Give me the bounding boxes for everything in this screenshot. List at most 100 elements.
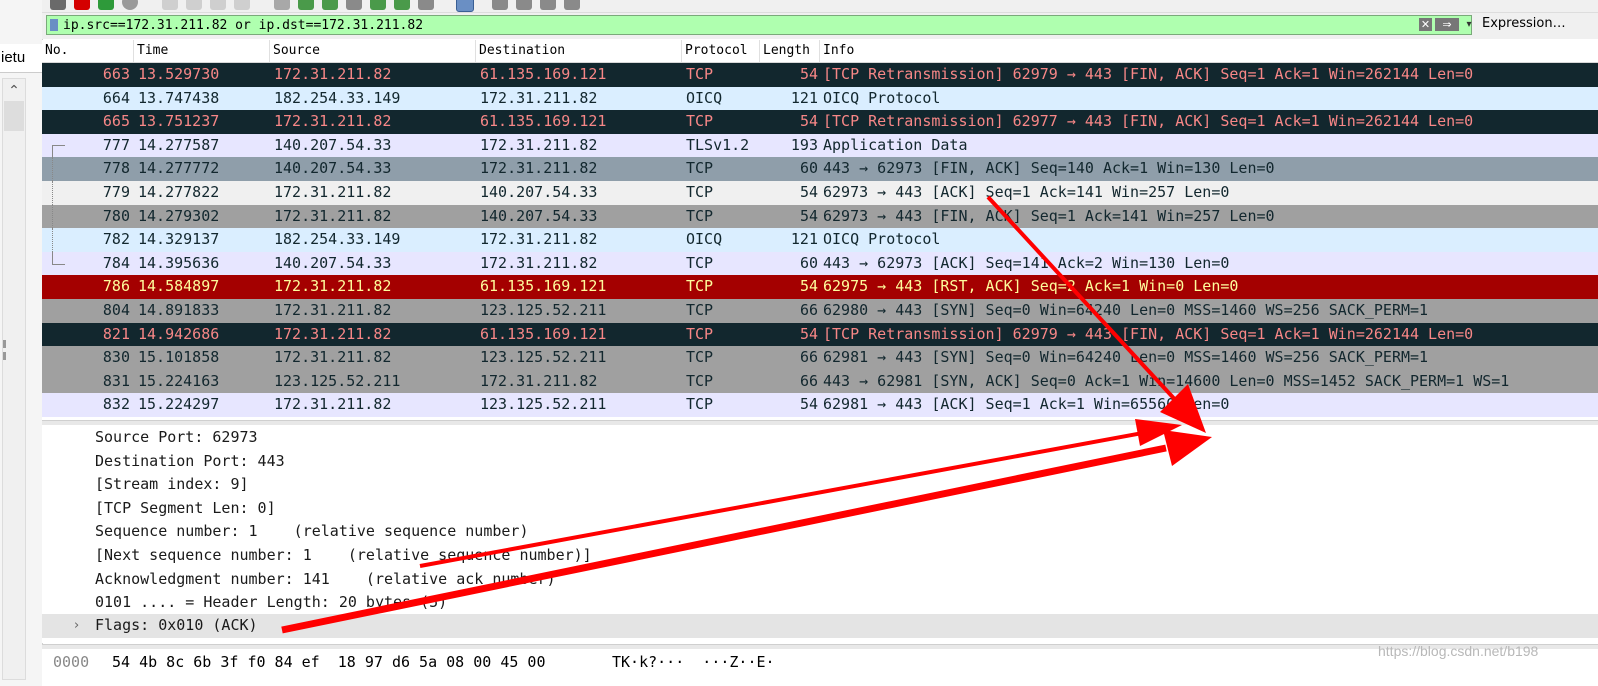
packet-row[interactable]: 665 13.751237 172.31.211.82 61.135.169.1… <box>42 110 1598 134</box>
zoom-in-icon[interactable] <box>492 0 508 10</box>
detail-line[interactable]: [TCP Segment Len: 0] <box>95 497 276 521</box>
packet-row[interactable]: 830 15.101858 172.31.211.82 123.125.52.2… <box>42 346 1598 370</box>
packet-protocol: TCP <box>686 65 714 83</box>
scrollbar-thumb[interactable] <box>4 101 24 131</box>
packet-row[interactable]: 664 13.747438 182.254.33.149 172.31.211.… <box>42 86 1598 111</box>
detail-line[interactable]: 0101 .... = Header Length: 20 bytes (5) <box>95 591 447 615</box>
packet-protocol: TCP <box>686 371 714 390</box>
resize-columns-icon[interactable] <box>564 0 580 10</box>
packet-source: 182.254.33.149 <box>274 230 401 249</box>
reload-file-icon[interactable] <box>234 0 250 10</box>
packet-row-selected[interactable]: 779 14.277822 172.31.211.82 140.207.54.3… <box>42 180 1598 205</box>
packet-length: 60 <box>799 159 818 178</box>
clear-filter-icon[interactable]: ✕ <box>1419 18 1432 31</box>
column-header-destination[interactable]: Destination <box>476 40 682 62</box>
packet-destination: 172.31.211.82 <box>480 159 598 178</box>
hex-ascii[interactable]: TK·k?··· ···Z··E· <box>612 651 775 673</box>
packet-destination: 61.135.169.121 <box>480 324 607 343</box>
packet-length: 54 <box>799 206 818 225</box>
packet-destination: 61.135.169.121 <box>480 65 607 83</box>
packet-row[interactable]: 821 14.942686 172.31.211.82 61.135.169.1… <box>42 322 1598 347</box>
packet-time: 14.891833 <box>138 300 220 319</box>
left-panel-scrollbar[interactable]: ⌃ <box>2 78 26 680</box>
detail-line[interactable]: [Stream index: 9] <box>95 473 249 497</box>
packet-protocol: TCP <box>686 182 714 201</box>
packet-row[interactable]: 831 15.224163 123.125.52.211 172.31.211.… <box>42 369 1598 394</box>
column-header-length[interactable]: Length <box>760 40 820 62</box>
column-header-no[interactable]: No. <box>42 40 134 62</box>
packet-row[interactable]: 804 14.891833 172.31.211.82 123.125.52.2… <box>42 298 1598 323</box>
packet-protocol: TCP <box>686 348 714 367</box>
detail-line[interactable]: [Next sequence number: 1 (relative seque… <box>95 544 592 568</box>
packet-protocol: TCP <box>686 324 714 343</box>
packet-info: 62981 → 443 [ACK] Seq=1 Ack=1 Win=65560 … <box>823 395 1230 414</box>
colorize-icon[interactable] <box>456 0 474 12</box>
packet-protocol: TCP <box>686 206 714 225</box>
packet-protocol: TCP <box>686 300 714 319</box>
display-filter-box[interactable]: ✕ ⇒ ▾ <box>46 15 1472 35</box>
column-header-time[interactable]: Time <box>134 40 270 62</box>
packet-length: 66 <box>799 300 818 319</box>
expression-button[interactable]: Expression… <box>1482 16 1566 31</box>
filter-history-dropdown-icon[interactable]: ▾ <box>1463 18 1475 32</box>
packet-no: 832 <box>102 395 130 414</box>
stop-capture-icon[interactable] <box>74 0 90 10</box>
save-file-icon[interactable] <box>186 0 202 10</box>
open-file-icon[interactable] <box>162 0 178 10</box>
packet-row[interactable]: 786 14.584897 172.31.211.82 61.135.169.1… <box>42 275 1598 299</box>
shark-fin-icon[interactable] <box>50 0 66 10</box>
packet-length: 54 <box>799 112 818 131</box>
hex-bytes[interactable]: 54 4b 8c 6b 3f f0 84 ef 18 97 d6 5a 08 0… <box>112 651 545 673</box>
detail-line[interactable]: Acknowledgment number: 141 (relative ack… <box>95 568 556 592</box>
packet-no: 663 <box>102 65 130 83</box>
packet-row[interactable]: 778 14.277772 140.207.54.33 172.31.211.8… <box>42 157 1598 181</box>
packet-info: 443 → 62973 [ACK] Seq=141 Ack=2 Win=130 … <box>823 253 1230 272</box>
find-packet-icon[interactable] <box>274 0 290 10</box>
packet-destination: 61.135.169.121 <box>480 277 607 296</box>
packet-info: 62975 → 443 [RST, ACK] Seq=2 Ack=1 Win=0… <box>823 277 1239 296</box>
packet-length: 54 <box>799 182 818 201</box>
packet-list-rows: 663 13.529730 172.31.211.82 61.135.169.1… <box>42 63 1598 417</box>
packet-row[interactable]: 780 14.279302 172.31.211.82 140.207.54.3… <box>42 204 1598 229</box>
detail-line[interactable]: Source Port: 62973 <box>95 426 258 450</box>
packet-row[interactable]: 832 15.224297 172.31.211.82 123.125.52.2… <box>42 393 1598 417</box>
last-packet-icon[interactable] <box>394 0 410 10</box>
zoom-out-icon[interactable] <box>516 0 532 10</box>
packet-row[interactable]: 663 13.529730 172.31.211.82 61.135.169.1… <box>42 63 1598 87</box>
close-file-icon[interactable] <box>210 0 226 10</box>
hex-offset: 0000 <box>53 653 90 671</box>
display-filter-input[interactable] <box>63 17 1403 33</box>
restart-capture-icon[interactable] <box>98 0 114 10</box>
packet-details-pane: Source Port: 62973 Destination Port: 443… <box>42 425 1598 643</box>
packet-protocol: OICQ <box>686 230 723 249</box>
packet-row[interactable]: 782 14.329137 182.254.33.149 172.31.211.… <box>42 228 1598 252</box>
packet-row[interactable]: 784 14.395636 140.207.54.33 172.31.211.8… <box>42 251 1598 276</box>
chevron-right-icon[interactable]: › <box>74 614 79 638</box>
packet-row[interactable]: 777 14.277587 140.207.54.33 172.31.211.8… <box>42 133 1598 159</box>
column-header-info[interactable]: Info <box>820 40 1598 62</box>
packet-no: 831 <box>102 371 130 390</box>
packet-bytes-pane: 0000 54 4b 8c 6b 3f f0 84 ef 18 97 d6 5a… <box>42 649 1598 686</box>
detail-line[interactable]: Sequence number: 1 (relative sequence nu… <box>95 520 528 544</box>
autoscroll-icon[interactable] <box>418 0 434 10</box>
packet-destination: 61.135.169.121 <box>480 112 607 131</box>
go-to-packet-icon[interactable] <box>346 0 362 10</box>
zoom-normal-icon[interactable] <box>540 0 556 10</box>
go-back-icon[interactable] <box>298 0 314 10</box>
go-forward-icon[interactable] <box>322 0 338 10</box>
packet-source: 172.31.211.82 <box>274 348 392 367</box>
packet-no: 780 <box>102 206 130 225</box>
bookmark-icon[interactable] <box>50 19 58 31</box>
left-panel-tab[interactable]: ietu <box>0 44 42 73</box>
capture-options-icon[interactable] <box>122 0 138 10</box>
packet-no: 777 <box>102 135 130 154</box>
apply-filter-icon[interactable]: ⇒ <box>1435 18 1459 31</box>
scroll-up-icon[interactable]: ⌃ <box>3 81 25 101</box>
flags-tree-item[interactable]: › Flags: 0x010 (ACK) <box>42 614 1598 638</box>
first-packet-icon[interactable] <box>370 0 386 10</box>
packet-info: 62973 → 443 [ACK] Seq=1 Ack=141 Win=257 … <box>823 182 1230 201</box>
detail-line[interactable]: Destination Port: 443 <box>95 450 285 474</box>
column-header-protocol[interactable]: Protocol <box>682 40 760 62</box>
column-header-source[interactable]: Source <box>270 40 476 62</box>
packet-time: 14.329137 <box>138 230 220 249</box>
